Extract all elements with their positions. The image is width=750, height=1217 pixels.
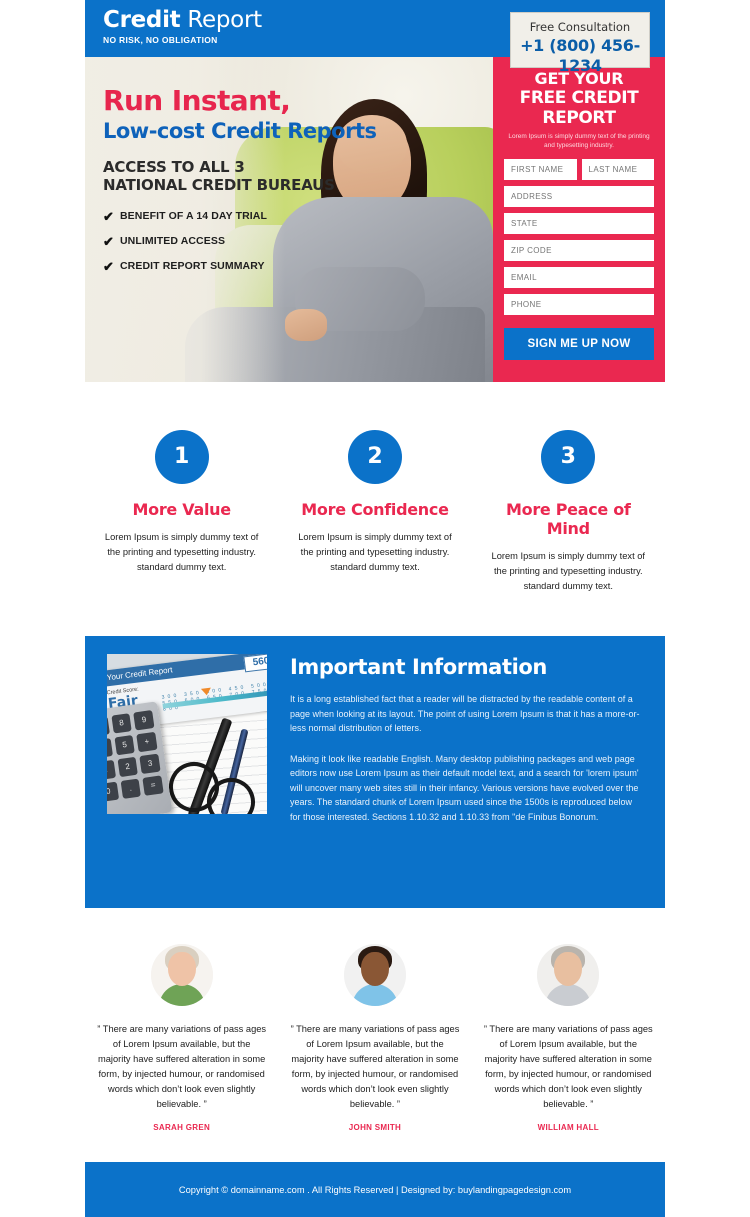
hero-subheadline-line2: NATIONAL CREDIT BUREAUS [103,176,335,194]
form-state-row [504,213,654,234]
calculator-key: 9 [133,710,155,731]
phone-input[interactable] [504,294,654,315]
testimonial-quote: ” There are many variations of pass ages… [290,1024,460,1109]
state-input[interactable] [504,213,654,234]
footer-copyright-text: Copyright © domainname.com . All Rights … [178,1184,572,1195]
email-input[interactable] [504,267,654,288]
list-item: ✔ BENEFIT OF A 14 DAY TRIAL [103,210,383,223]
credit-report-photo: Your Credit Report 560 Credit Score: Fai… [107,654,267,814]
form-zip-row [504,240,654,261]
benefit-number-badge: 3 [541,430,596,484]
calculator-key: = [142,775,164,796]
form-subtitle: Lorem Ipsum is simply dummy text of the … [508,133,650,149]
benefit-description: Lorem Ipsum is simply dummy text of the … [298,532,452,572]
logo-tagline: NO RISK, NO OBLIGATION [103,35,218,45]
testimonial-author-name: JOHN SMITH [348,1123,402,1132]
testimonial-quote: ” There are many variations of pass ages… [97,1024,267,1109]
site-footer: Copyright © domainname.com . All Rights … [85,1162,665,1217]
testimonial-card-2: ” There are many variations of pass ages… [278,944,471,1132]
testimonial-card-1: ” There are many variations of pass ages… [85,944,278,1132]
calculator-key: 4 [107,738,113,759]
calculator-keypad: 7 8 9 4 5 + 1 2 3 0 . = [107,710,165,814]
benefit-title: More Confidence [301,500,449,519]
calculator-key: 8 [111,713,133,734]
last-name-input[interactable] [581,159,654,180]
credit-score-marker-icon [200,687,212,696]
avatar [537,944,600,1006]
credit-score-value: 560 [243,654,267,673]
calculator-key: . [120,778,142,799]
checkmark-icon: ✔ [103,234,114,249]
logo-wordmark: Credit Report [103,8,262,33]
hero-subheadline-line1: ACCESS TO ALL 3 [103,158,245,176]
information-paragraph-1: It is a long established fact that a rea… [290,694,640,733]
benefit-title: More Value [132,500,232,519]
information-text-block: Important Information It is a long estab… [290,654,643,824]
testimonial-author-name: SARAH GREN [153,1123,211,1132]
calculator-key: 7 [107,716,110,737]
testimonials-section: ” There are many variations of pass ages… [85,908,665,1132]
form-email-row [504,267,654,288]
checkmark-icon: ✔ [103,209,114,224]
address-input[interactable] [504,186,654,207]
form-phone-row [504,294,654,315]
avatar-face [360,952,389,986]
benefit-number-badge: 2 [347,430,402,484]
hero-benefit-list: ✔ BENEFIT OF A 14 DAY TRIAL ✔ UNLIMITED … [103,210,383,273]
testimonial-quote: ” There are many variations of pass ages… [483,1024,653,1109]
logo-light-text: Report [180,7,262,33]
form-title-line2: FREE CREDIT REPORT [519,88,639,128]
calculator-key: 0 [107,781,119,803]
form-address-row [504,186,654,207]
important-information-section: Your Credit Report 560 Credit Score: Fai… [85,636,665,908]
benefit-description: Lorem Ipsum is simply dummy text of the … [104,532,259,572]
information-title: Important Information [290,655,547,679]
logo-bold-text: Credit [103,7,181,33]
avatar [343,944,406,1006]
testimonial-author-name: WILLIAM HALL [537,1123,599,1132]
zip-code-input[interactable] [504,240,654,261]
information-paragraph-2: Making it look like readable English. Ma… [290,753,639,822]
form-name-row [504,159,654,180]
site-header: Credit Report NO RISK, NO OBLIGATION Fre… [85,0,665,75]
hero-headline-primary: Run Instant, [103,84,291,117]
list-item: ✔ CREDIT REPORT SUMMARY [103,260,383,273]
hero-bullet-label: UNLIMITED ACCESS [120,235,226,247]
benefit-card-2: 2 More Confidence Lorem Ipsum is simply … [278,430,471,594]
hero-section: Run Instant, Low-cost Credit Reports ACC… [85,57,665,382]
sign-me-up-button[interactable]: SIGN ME UP NOW [504,328,654,360]
checkmark-icon: ✔ [103,259,114,274]
benefit-description: Lorem Ipsum is simply dummy text of the … [491,551,645,591]
consultation-phone-number[interactable]: +1 (800) 456-1234 [511,36,649,76]
consultation-label: Free Consultation [529,20,631,34]
benefit-card-1: 1 More Value Lorem Ipsum is simply dummy… [85,430,278,594]
hero-bullet-label: CREDIT REPORT SUMMARY [120,260,265,272]
hero-copy: Run Instant, Low-cost Credit Reports ACC… [103,85,383,285]
credit-report-banner: Your Credit Report 560 [107,654,267,688]
calculator-key: + [136,731,158,753]
calculator-key: 3 [139,753,161,775]
list-item: ✔ UNLIMITED ACCESS [103,235,383,248]
lead-capture-form: GET YOUR FREE CREDIT REPORT Lorem Ipsum … [493,57,665,382]
calculator-key: 1 [107,759,116,781]
testimonial-card-3: ” There are many variations of pass ages… [472,944,665,1132]
calculator-key: 5 [114,734,136,756]
hero-headline-secondary: Low-cost Credit Reports [103,119,377,143]
first-name-input[interactable] [504,159,577,180]
benefit-number-badge: 1 [154,430,209,484]
free-consultation-box[interactable]: Free Consultation +1 (800) 456-1234 [510,12,650,75]
avatar [150,944,213,1006]
calculator-key: 2 [117,756,139,778]
hero-bullet-label: BENEFIT OF A 14 DAY TRIAL [120,210,267,222]
hero-person-hands [285,309,327,341]
hero-subheadline: ACCESS TO ALL 3 NATIONAL CREDIT BUREAUS [103,158,383,194]
site-logo[interactable]: Credit Report NO RISK, NO OBLIGATION [103,8,262,46]
landing-page: Credit Report NO RISK, NO OBLIGATION Fre… [85,0,665,1217]
benefit-card-3: 3 More Peace of Mind Lorem Ipsum is simp… [472,430,665,594]
benefits-section: 1 More Value Lorem Ipsum is simply dummy… [85,382,665,594]
benefit-title: More Peace of Mind [506,500,631,538]
avatar-face [167,952,196,986]
